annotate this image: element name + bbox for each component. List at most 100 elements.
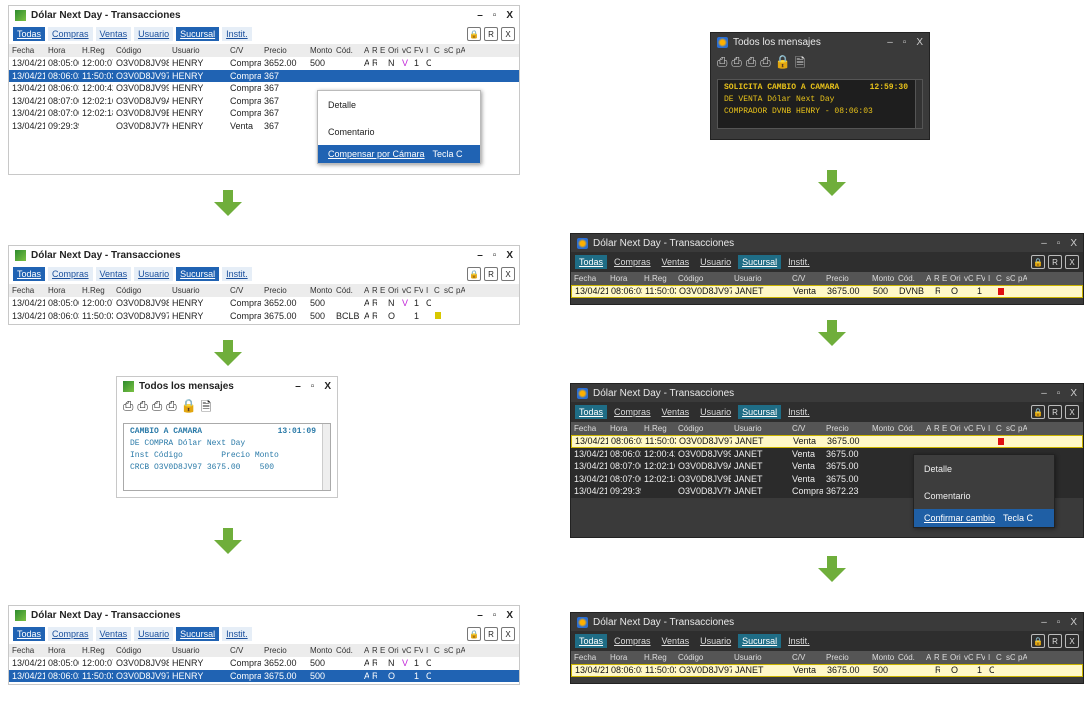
lock-icon[interactable]: 🔒 (467, 627, 481, 641)
column-header[interactable]: Ori (947, 653, 961, 662)
column-header[interactable]: E (377, 46, 385, 55)
column-header[interactable]: I (985, 274, 993, 283)
r-icon[interactable]: R (1048, 255, 1062, 269)
column-header[interactable]: sC (1003, 653, 1015, 662)
column-header[interactable]: Monto (869, 274, 895, 283)
column-header[interactable]: C (431, 286, 441, 295)
column-header[interactable]: C/V (789, 653, 823, 662)
column-header[interactable]: sC (1003, 274, 1015, 283)
column-header[interactable]: Fecha (9, 46, 45, 55)
document-icon[interactable]: 🗎 (201, 398, 211, 420)
table-row[interactable]: 13/04/2108:05:0612:00:07O3V0D8JV98HENRY C… (9, 297, 519, 310)
column-header[interactable]: I (423, 46, 431, 55)
column-header[interactable]: sC (441, 286, 453, 295)
menu-item-comentario[interactable]: Comentario (318, 118, 480, 145)
column-header[interactable]: sC (1003, 424, 1015, 433)
tab-todas[interactable]: Todas (13, 627, 46, 641)
minimize-icon[interactable]: – (1041, 388, 1047, 399)
printer-icon[interactable]: ⎙ (746, 54, 756, 76)
close-icon[interactable]: X (1070, 388, 1077, 399)
x-icon[interactable]: X (501, 27, 515, 41)
tab-todas[interactable]: Todas (13, 27, 46, 41)
column-header[interactable]: Ori (385, 46, 399, 55)
column-header[interactable]: Precio (823, 424, 869, 433)
tab-sucursal[interactable]: Sucursal (738, 634, 782, 648)
column-header[interactable]: E (377, 286, 385, 295)
tab-usuario[interactable]: Usuario (134, 267, 174, 281)
table-row[interactable]: 13/04/2108:06:0311:50:03O3V0D8JV97JANET V… (571, 664, 1083, 677)
close-icon[interactable]: X (506, 10, 513, 21)
column-header[interactable]: C (993, 274, 1003, 283)
menu-item-detalle[interactable]: Detalle (318, 91, 480, 118)
column-header[interactable]: R (931, 274, 939, 283)
maximize-icon[interactable]: ▫ (1057, 617, 1061, 628)
x-icon[interactable]: X (1065, 255, 1079, 269)
column-header[interactable]: pA (1015, 424, 1027, 433)
column-header[interactable]: C (431, 46, 441, 55)
table-row[interactable]: 13/04/2108:06:0311:50:03O3V0D8JV97HENRY C… (9, 309, 519, 322)
column-header[interactable]: vC (399, 46, 411, 55)
column-header[interactable]: I (423, 286, 431, 295)
column-header[interactable]: Precio (261, 46, 307, 55)
lock-icon[interactable]: 🔒 (467, 267, 481, 281)
column-header[interactable]: pA (1015, 274, 1027, 283)
tab-usuario[interactable]: Usuario (134, 627, 174, 641)
tab-todas[interactable]: Todas (575, 255, 608, 269)
column-header[interactable]: vC (961, 653, 973, 662)
tab-todas[interactable]: Todas (575, 405, 608, 419)
column-header[interactable]: Cód. (333, 46, 361, 55)
column-header[interactable]: Usuario (169, 286, 227, 295)
maximize-icon[interactable]: ▫ (903, 37, 907, 48)
lock-icon[interactable]: 🔒 (1031, 255, 1045, 269)
column-header[interactable]: Ori (947, 274, 961, 283)
tab-compras[interactable]: Compras (610, 255, 655, 269)
column-header[interactable]: FV (411, 646, 423, 655)
tab-ventas[interactable]: Ventas (657, 634, 694, 648)
lock-icon[interactable]: 🔒 (467, 27, 481, 41)
minimize-icon[interactable]: – (477, 610, 483, 621)
minimize-icon[interactable]: – (1041, 238, 1047, 249)
column-header[interactable]: vC (961, 274, 973, 283)
column-header[interactable]: Hora (45, 46, 79, 55)
x-icon[interactable]: X (1065, 634, 1079, 648)
column-header[interactable]: vC (399, 646, 411, 655)
column-header[interactable]: Usuario (731, 424, 789, 433)
tab-ventas[interactable]: Ventas (657, 255, 694, 269)
column-header[interactable]: Precio (823, 653, 869, 662)
column-header[interactable]: Código (675, 274, 731, 283)
maximize-icon[interactable]: ▫ (311, 381, 315, 392)
tab-ventas[interactable]: Ventas (95, 627, 132, 641)
column-header[interactable]: Monto (869, 424, 895, 433)
column-header[interactable]: Precio (823, 274, 869, 283)
column-header[interactable]: C/V (227, 646, 261, 655)
column-header[interactable]: A (923, 274, 931, 283)
close-icon[interactable]: X (1070, 617, 1077, 628)
column-header[interactable]: Ori (947, 424, 961, 433)
tab-instit[interactable]: Instit. (222, 27, 252, 41)
maximize-icon[interactable]: ▫ (493, 250, 497, 261)
r-icon[interactable]: R (1048, 405, 1062, 419)
column-header[interactable]: Hora (607, 274, 641, 283)
column-header[interactable]: FV (973, 653, 985, 662)
column-header[interactable]: R (369, 646, 377, 655)
tab-compras[interactable]: Compras (610, 405, 655, 419)
printer-icon[interactable]: ⎙ (760, 54, 770, 76)
minimize-icon[interactable]: – (477, 250, 483, 261)
column-header[interactable]: H.Reg (79, 286, 113, 295)
r-icon[interactable]: R (484, 27, 498, 41)
column-header[interactable]: Cód. (333, 646, 361, 655)
minimize-icon[interactable]: – (1041, 617, 1047, 628)
close-icon[interactable]: X (506, 610, 513, 621)
maximize-icon[interactable]: ▫ (1057, 388, 1061, 399)
column-header[interactable]: Fecha (571, 274, 607, 283)
column-header[interactable]: Usuario (169, 646, 227, 655)
column-header[interactable]: pA (1015, 653, 1027, 662)
column-header[interactable]: H.Reg (79, 46, 113, 55)
column-header[interactable]: Usuario (731, 274, 789, 283)
column-header[interactable]: R (369, 46, 377, 55)
tab-instit[interactable]: Instit. (784, 255, 814, 269)
column-header[interactable]: E (939, 653, 947, 662)
column-header[interactable]: Monto (307, 46, 333, 55)
column-header[interactable]: Fecha (9, 286, 45, 295)
menu-item-comentario[interactable]: Comentario (914, 482, 1054, 509)
